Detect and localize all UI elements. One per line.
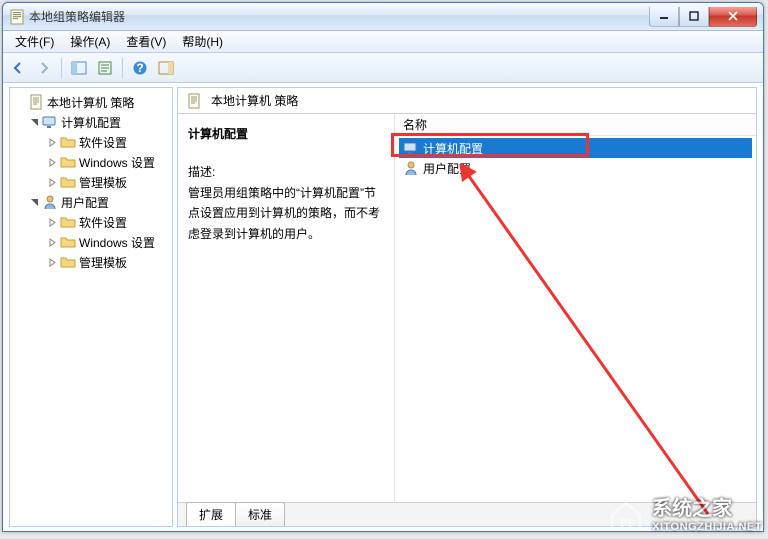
tree-admin-templates[interactable]: 管理模板 xyxy=(10,172,172,192)
tree-label: Windows 设置 xyxy=(79,234,155,251)
list-item-label: 用户配置 xyxy=(423,160,471,177)
user-icon xyxy=(42,194,58,210)
maximize-button[interactable] xyxy=(679,7,709,27)
document-icon xyxy=(186,93,202,109)
help-button[interactable]: ? xyxy=(129,57,151,79)
folder-icon xyxy=(60,174,76,190)
minimize-button[interactable] xyxy=(649,7,679,27)
tree-label: 计算机配置 xyxy=(61,114,121,131)
tab-standard[interactable]: 标准 xyxy=(235,502,285,526)
tab-extended[interactable]: 扩展 xyxy=(186,502,236,526)
expander-closed-icon[interactable] xyxy=(46,236,58,248)
expander-closed-icon[interactable] xyxy=(46,136,58,148)
show-hide-tree-button[interactable] xyxy=(68,57,90,79)
items-container: 计算机配置 用户配置 xyxy=(395,136,756,180)
export-list-button[interactable] xyxy=(94,57,116,79)
show-hide-action-button[interactable] xyxy=(155,57,177,79)
expander-icon[interactable] xyxy=(14,96,26,108)
menu-file[interactable]: 文件(F) xyxy=(7,31,62,52)
computer-icon xyxy=(42,114,58,130)
items-list: 名称 计算机配置 用户配置 xyxy=(394,114,756,502)
app-icon xyxy=(9,9,25,25)
toolbar-separator xyxy=(61,58,62,78)
tree-label: 软件设置 xyxy=(79,134,127,151)
toolbar-separator xyxy=(122,58,123,78)
tree-admin-templates[interactable]: 管理模板 xyxy=(10,252,172,272)
details-header-title: 本地计算机 策略 xyxy=(211,92,298,109)
tree-label: 用户配置 xyxy=(61,194,109,211)
tree-software-settings[interactable]: 软件设置 xyxy=(10,132,172,152)
list-icon xyxy=(97,60,113,76)
expander-closed-icon[interactable] xyxy=(46,216,58,228)
client-area: 本地计算机 策略 计算机配置 软件设置 Windows 设置 xyxy=(3,83,763,531)
document-icon xyxy=(28,94,44,110)
app-window: 本地组策略编辑器 文件(F) 操作(A) 查看(V) 帮助(H) ? xyxy=(2,2,764,532)
menu-help[interactable]: 帮助(H) xyxy=(174,31,231,52)
tree-software-settings[interactable]: 软件设置 xyxy=(10,212,172,232)
tree-label: 本地计算机 策略 xyxy=(47,94,134,111)
folder-icon xyxy=(60,134,76,150)
menu-view[interactable]: 查看(V) xyxy=(118,31,174,52)
window-title: 本地组策略编辑器 xyxy=(29,8,649,25)
svg-text:?: ? xyxy=(136,61,143,75)
titlebar: 本地组策略编辑器 xyxy=(3,3,763,31)
help-icon: ? xyxy=(132,60,148,76)
tree-windows-settings[interactable]: Windows 设置 xyxy=(10,232,172,252)
tree-label: 管理模板 xyxy=(79,174,127,191)
window-buttons xyxy=(649,7,757,27)
expander-closed-icon[interactable] xyxy=(46,176,58,188)
tree-label: 软件设置 xyxy=(79,214,127,231)
details-body: 计算机配置 描述: 管理员用组策略中的“计算机配置”节点设置应用到计算机的策略，… xyxy=(178,114,756,502)
menubar: 文件(F) 操作(A) 查看(V) 帮助(H) xyxy=(3,31,763,53)
tree-computer-config[interactable]: 计算机配置 xyxy=(10,112,172,132)
folder-icon xyxy=(60,154,76,170)
menu-action[interactable]: 操作(A) xyxy=(62,31,118,52)
toolbar: ? xyxy=(3,53,763,83)
tree-pane[interactable]: 本地计算机 策略 计算机配置 软件设置 Windows 设置 xyxy=(9,87,173,527)
tree-label: Windows 设置 xyxy=(79,154,155,171)
back-button[interactable] xyxy=(7,57,29,79)
selection-heading: 计算机配置 xyxy=(188,124,384,144)
user-icon xyxy=(403,160,419,176)
description-label: 描述: xyxy=(188,162,384,182)
list-item-computer-config[interactable]: 计算机配置 xyxy=(399,138,752,158)
expander-closed-icon[interactable] xyxy=(46,256,58,268)
details-pane: 本地计算机 策略 计算机配置 描述: 管理员用组策略中的“计算机配置”节点设置应… xyxy=(177,87,757,527)
description-panel: 计算机配置 描述: 管理员用组策略中的“计算机配置”节点设置应用到计算机的策略，… xyxy=(178,114,394,502)
description-text: 管理员用组策略中的“计算机配置”节点设置应用到计算机的策略，而不考虑登录到计算机… xyxy=(188,183,384,244)
expander-closed-icon[interactable] xyxy=(46,156,58,168)
folder-icon xyxy=(60,254,76,270)
action-pane-icon xyxy=(158,60,174,76)
column-header-name[interactable]: 名称 xyxy=(395,114,756,136)
tree-pane-icon xyxy=(71,60,87,76)
close-button[interactable] xyxy=(709,7,757,27)
list-item-user-config[interactable]: 用户配置 xyxy=(399,158,752,178)
tree-label: 管理模板 xyxy=(79,254,127,271)
folder-icon xyxy=(60,214,76,230)
details-header: 本地计算机 策略 xyxy=(178,88,756,114)
folder-icon xyxy=(60,234,76,250)
tree-root[interactable]: 本地计算机 策略 xyxy=(10,92,172,112)
list-item-label: 计算机配置 xyxy=(423,140,483,157)
tree-user-config[interactable]: 用户配置 xyxy=(10,192,172,212)
tree-windows-settings[interactable]: Windows 设置 xyxy=(10,152,172,172)
policy-tree: 本地计算机 策略 计算机配置 软件设置 Windows 设置 xyxy=(10,88,172,276)
forward-button[interactable] xyxy=(33,57,55,79)
expander-open-icon[interactable] xyxy=(28,196,40,208)
arrow-right-icon xyxy=(36,60,52,76)
expander-open-icon[interactable] xyxy=(28,116,40,128)
computer-icon xyxy=(403,140,419,156)
arrow-left-icon xyxy=(10,60,26,76)
view-tabs: 扩展 标准 xyxy=(178,502,756,526)
